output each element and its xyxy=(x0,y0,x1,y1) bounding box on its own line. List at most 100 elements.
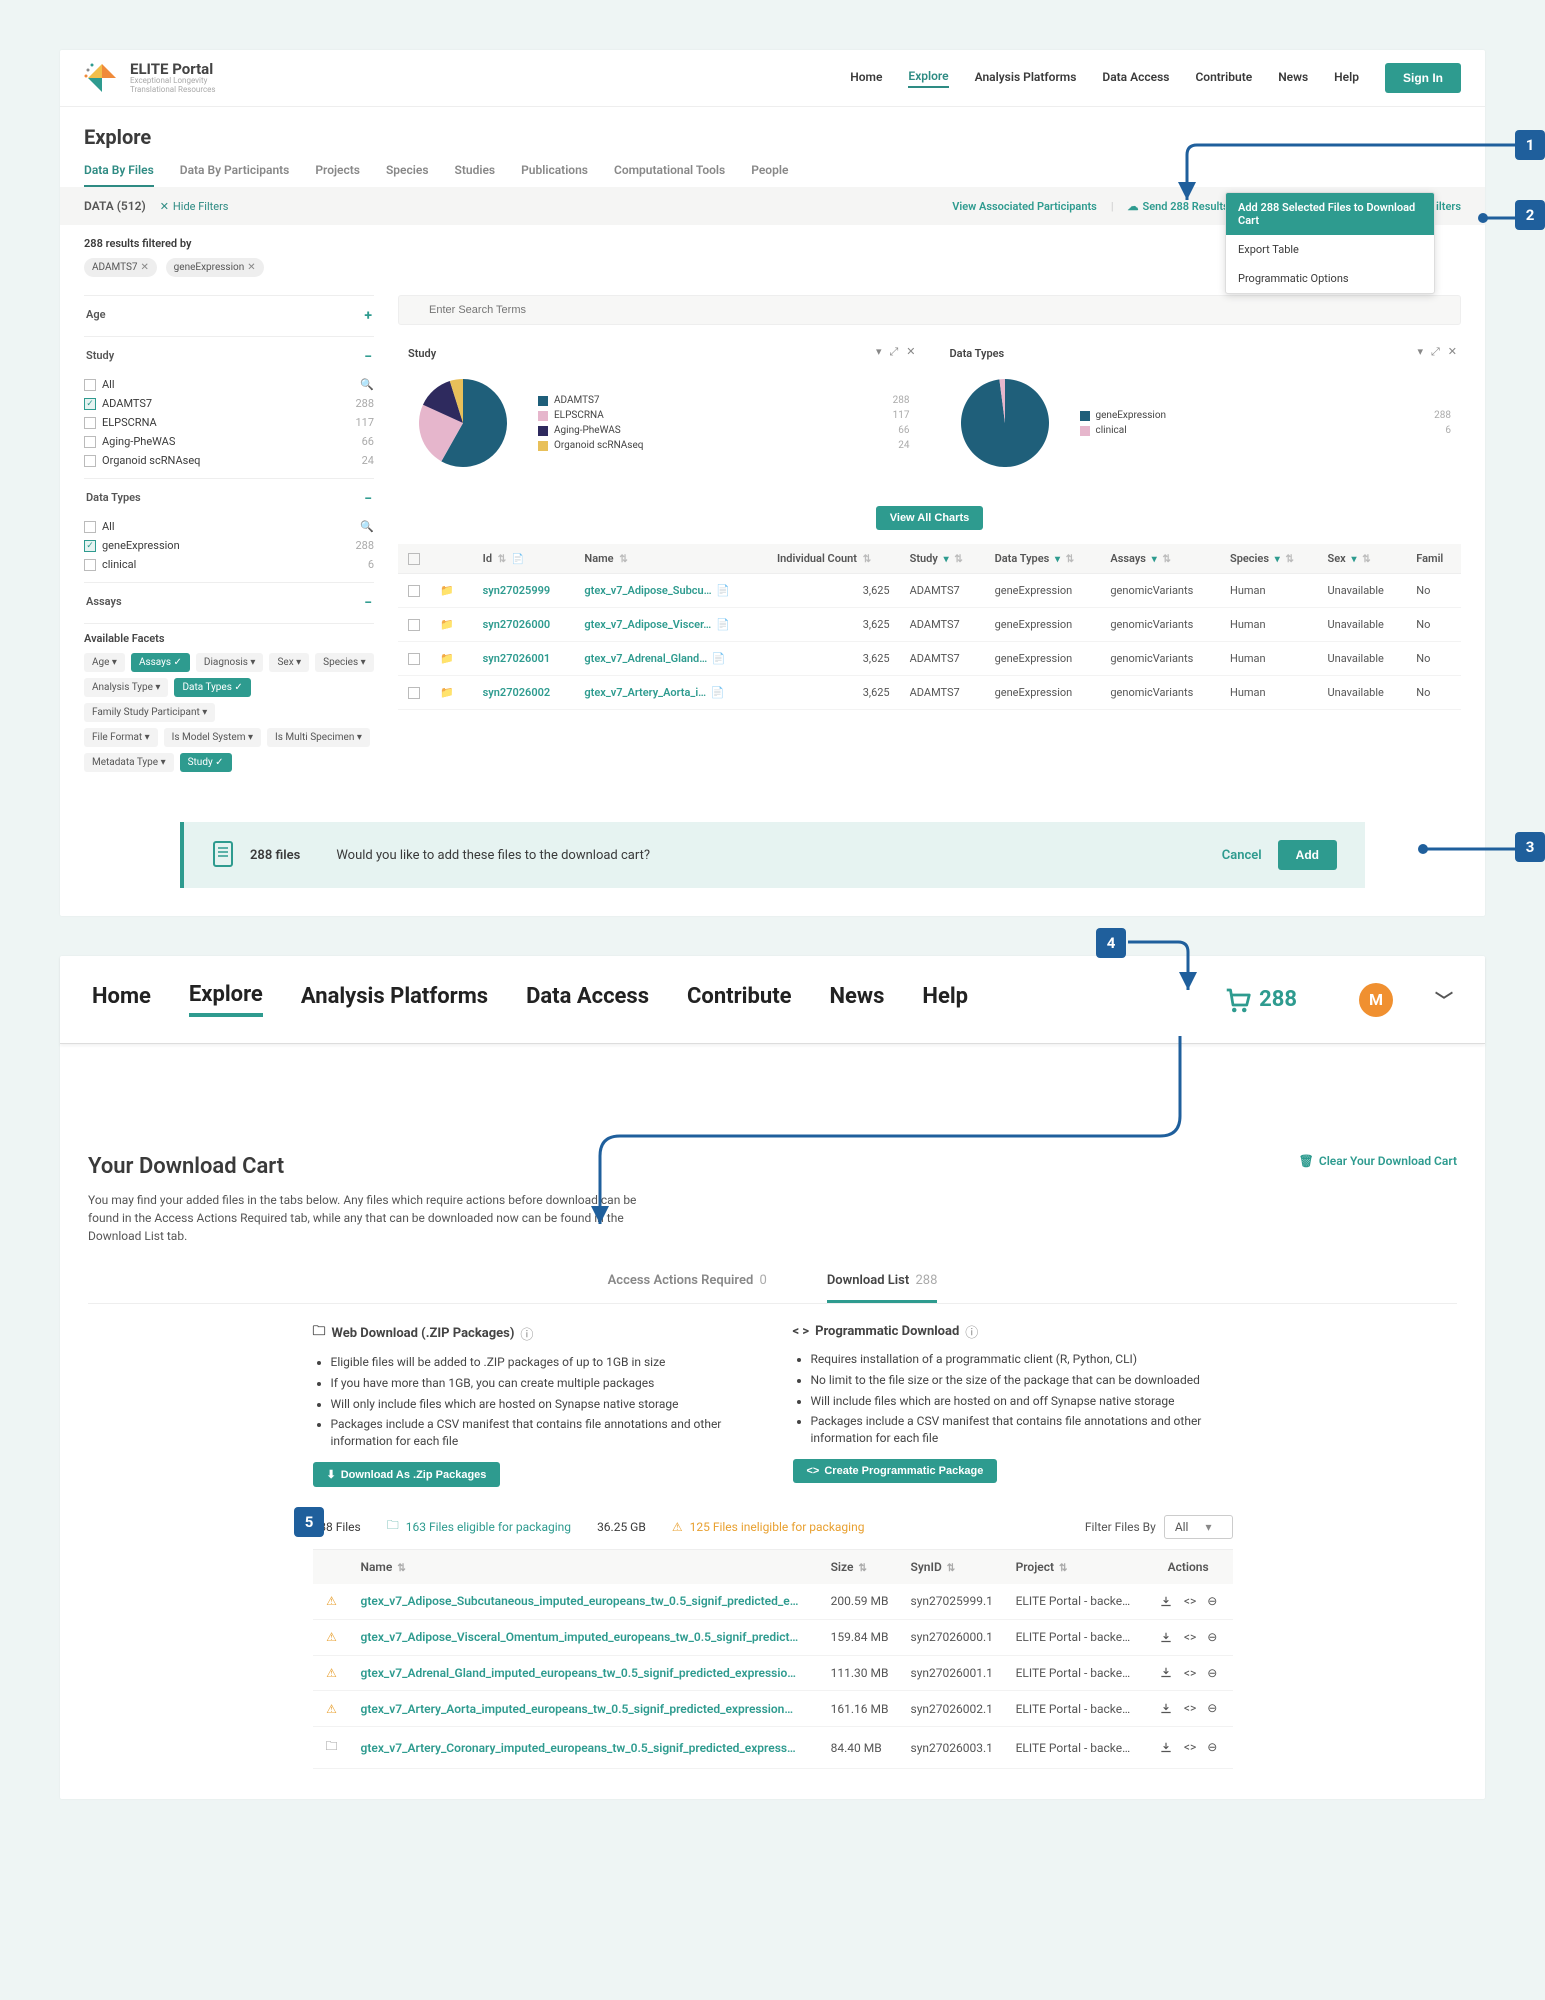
expand-icon[interactable]: ⤢ xyxy=(889,345,898,359)
row-name-link[interactable]: gtex_v7_Adipose_Subcu… xyxy=(584,584,711,597)
facet-pill[interactable]: Species ▾ xyxy=(315,653,374,672)
file-name-link[interactable]: gtex_v7_Adipose_Subcutaneous_imputed_eur… xyxy=(361,1594,799,1608)
nav-home[interactable]: Home xyxy=(92,984,151,1015)
subtab-data-by-participants[interactable]: Data By Participants xyxy=(180,163,290,187)
facet-pill[interactable]: Metadata Type ▾ xyxy=(84,753,174,772)
subtab-data-by-files[interactable]: Data By Files xyxy=(84,163,154,187)
download-file-icon[interactable] xyxy=(1159,1630,1173,1645)
download-zip-button[interactable]: ⬇Download As .Zip Packages xyxy=(313,1462,501,1487)
close-icon[interactable]: ✕ xyxy=(1448,345,1457,359)
remove-file-icon[interactable]: ⊖ xyxy=(1207,1594,1217,1608)
checkbox-icon[interactable] xyxy=(408,619,420,631)
table-header[interactable]: Data Types ▾ ⇅ xyxy=(985,544,1101,574)
info-icon[interactable]: ⓘ xyxy=(965,1322,978,1341)
table-header[interactable]: Actions xyxy=(1144,1550,1233,1584)
table-header[interactable]: SynID ⇅ xyxy=(901,1550,1006,1584)
facet-pill[interactable]: Is Multi Specimen ▾ xyxy=(267,728,370,747)
subtab-people[interactable]: People xyxy=(751,163,788,187)
facet-pill[interactable]: Is Model System ▾ xyxy=(164,728,261,747)
brand[interactable]: ELITE Portal Exceptional Longevity Trans… xyxy=(84,60,216,96)
search-input[interactable] xyxy=(398,295,1461,325)
facet-pill[interactable]: Analysis Type ▾ xyxy=(84,678,168,697)
subtab-species[interactable]: Species xyxy=(386,163,429,187)
facet-option[interactable]: All🔍 xyxy=(84,375,374,394)
checkbox-icon[interactable] xyxy=(408,585,420,597)
clear-cart-link[interactable]: 🗑Clear Your Download Cart xyxy=(1299,1154,1457,1168)
cancel-button[interactable]: Cancel xyxy=(1222,848,1262,863)
row-id-link[interactable]: syn27025999 xyxy=(483,584,551,597)
subtab-publications[interactable]: Publications xyxy=(521,163,588,187)
sign-in-button[interactable]: Sign In xyxy=(1385,63,1461,93)
hide-filters-link[interactable]: ✕Hide Filters xyxy=(160,200,229,213)
nav-help[interactable]: Help xyxy=(922,984,968,1015)
table-header[interactable]: Famil xyxy=(1406,544,1461,574)
file-name-link[interactable]: gtex_v7_Artery_Coronary_imputed_european… xyxy=(361,1741,796,1755)
code-icon[interactable]: <> xyxy=(1184,1740,1196,1754)
filter-icon[interactable]: ▾ xyxy=(1417,345,1423,359)
facet-option[interactable]: ✓geneExpression288 xyxy=(84,536,374,555)
facet-pill[interactable]: Family Study Participant ▾ xyxy=(84,703,215,722)
nav-news[interactable]: News xyxy=(830,984,885,1015)
facet-pill[interactable]: Diagnosis ▾ xyxy=(196,653,264,672)
remove-file-icon[interactable]: ⊖ xyxy=(1207,1630,1217,1644)
facet-option[interactable]: Aging-PheWAS66 xyxy=(84,432,374,451)
row-name-link[interactable]: gtex_v7_Adipose_Viscer… xyxy=(584,618,711,631)
table-header[interactable]: Study ▾ ⇅ xyxy=(900,544,985,574)
download-file-icon[interactable] xyxy=(1159,1594,1173,1609)
code-icon[interactable]: <> xyxy=(1184,1630,1196,1644)
copy-icon[interactable]: 📄 xyxy=(716,584,730,597)
cart-link[interactable]: 288 xyxy=(1223,985,1297,1015)
checkbox-icon[interactable] xyxy=(408,553,420,565)
nav-analysis[interactable]: Analysis Platforms xyxy=(975,70,1077,87)
download-file-icon[interactable] xyxy=(1159,1701,1173,1716)
nav-explore[interactable]: Explore xyxy=(189,982,263,1017)
code-icon[interactable]: <> xyxy=(1184,1701,1196,1715)
facet-option[interactable]: clinical6 xyxy=(84,555,374,574)
facet-pill[interactable]: Assays ✓ xyxy=(131,653,190,672)
subtab-comp-tools[interactable]: Computational Tools xyxy=(614,163,725,187)
facet-pill[interactable]: Data Types ✓ xyxy=(174,678,250,697)
table-header[interactable]: Id ⇅ 📄 xyxy=(473,544,575,574)
facet-option[interactable]: Organoid scRNAseq24 xyxy=(84,451,374,470)
facet-pill[interactable]: Age ▾ xyxy=(84,653,125,672)
table-header[interactable]: Assays ▾ ⇅ xyxy=(1100,544,1220,574)
facet-pill[interactable]: File Format ▾ xyxy=(84,728,158,747)
nav-explore[interactable]: Explore xyxy=(908,69,948,88)
checkbox-icon[interactable] xyxy=(408,653,420,665)
add-button[interactable]: Add xyxy=(1278,840,1337,870)
copy-icon[interactable]: 📄 xyxy=(712,652,726,665)
close-icon[interactable]: ✕ xyxy=(906,345,915,359)
facet-assays[interactable]: Assays− xyxy=(84,591,374,615)
checkbox-icon[interactable] xyxy=(408,687,420,699)
nav-contribute[interactable]: Contribute xyxy=(1195,70,1252,87)
facet-age[interactable]: Age+ xyxy=(84,304,374,328)
facet-option[interactable]: ✓ADAMTS7288 xyxy=(84,394,374,413)
tab-download-list[interactable]: Download List 288 xyxy=(827,1273,938,1303)
chevron-down-icon[interactable]: ﹀ xyxy=(1435,987,1453,1013)
view-all-charts-button[interactable]: View All Charts xyxy=(876,506,983,530)
avatar[interactable]: M xyxy=(1359,983,1393,1017)
code-icon[interactable]: <> xyxy=(1184,1594,1196,1608)
copy-icon[interactable]: 📄 xyxy=(716,618,730,631)
facet-option[interactable]: All🔍 xyxy=(84,517,374,536)
file-name-link[interactable]: gtex_v7_Adrenal_Gland_imputed_europeans_… xyxy=(361,1666,796,1680)
row-id-link[interactable]: syn27026002 xyxy=(483,686,551,699)
download-file-icon[interactable] xyxy=(1159,1666,1173,1681)
expand-icon[interactable]: ⤢ xyxy=(1431,345,1440,359)
chip-remove-icon[interactable]: ✕ xyxy=(141,262,149,273)
facet-pill[interactable]: Sex ▾ xyxy=(269,653,309,672)
table-header[interactable]: Project ⇅ xyxy=(1006,1550,1144,1584)
nav-home[interactable]: Home xyxy=(850,70,882,87)
create-prog-package-button[interactable]: <>Create Programmatic Package xyxy=(793,1459,998,1483)
facet-data-types[interactable]: Data Types− xyxy=(84,487,374,511)
download-file-icon[interactable] xyxy=(1159,1740,1173,1755)
filter-by-select[interactable]: All ▾ xyxy=(1164,1515,1233,1539)
file-name-link[interactable]: gtex_v7_Adipose_Visceral_Omentum_imputed… xyxy=(361,1630,799,1644)
row-id-link[interactable]: syn27026001 xyxy=(483,652,551,665)
row-name-link[interactable]: gtex_v7_Adrenal_Gland… xyxy=(584,652,707,665)
nav-data-access[interactable]: Data Access xyxy=(1102,70,1169,87)
table-header[interactable]: Individual Count ⇅ xyxy=(767,544,900,574)
table-header[interactable]: Size ⇅ xyxy=(821,1550,901,1584)
table-header[interactable]: Name ⇅ xyxy=(351,1550,821,1584)
table-header[interactable]: Sex ▾ ⇅ xyxy=(1318,544,1407,574)
